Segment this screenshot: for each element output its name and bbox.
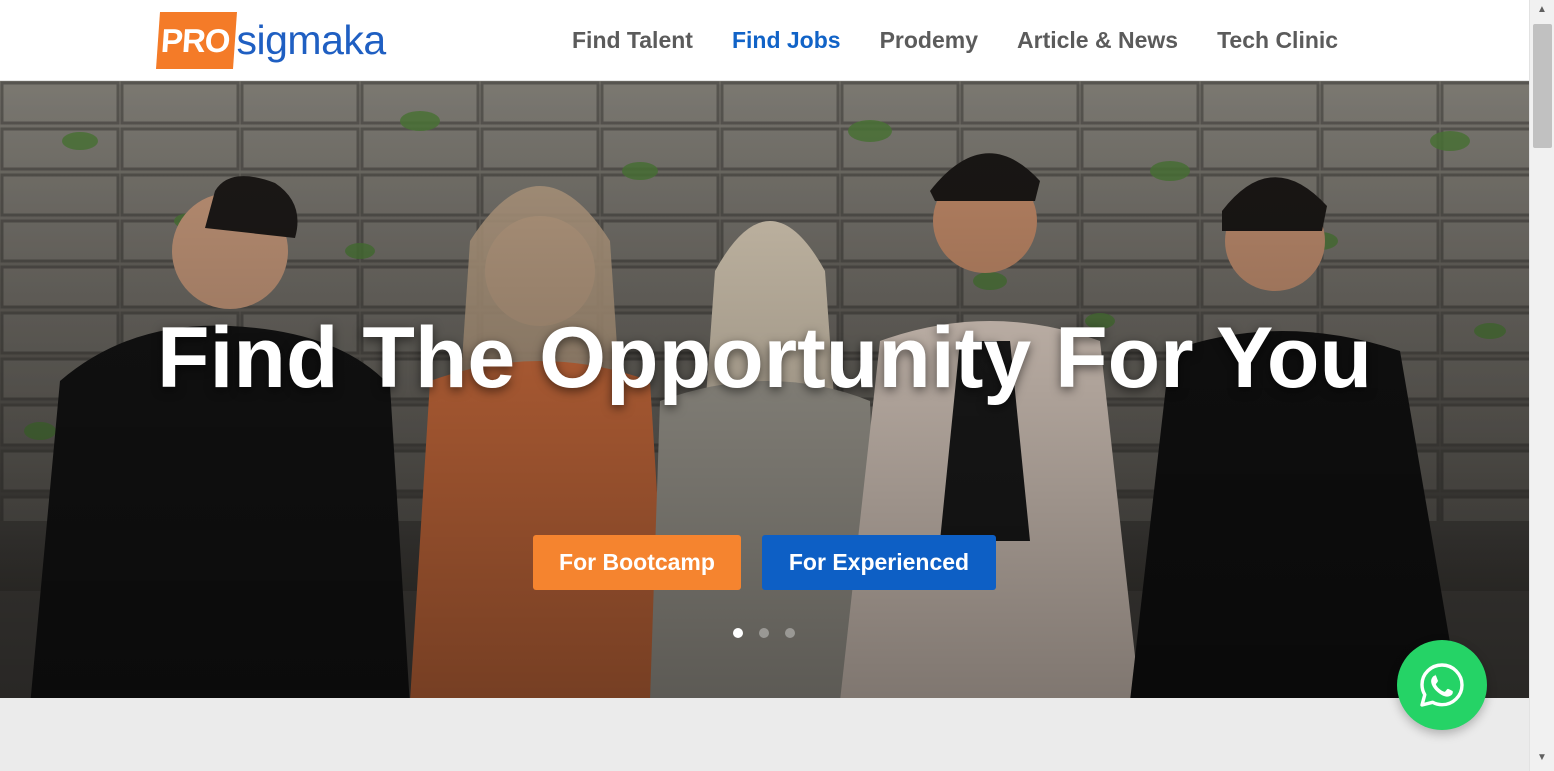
carousel-dot-2[interactable]	[759, 628, 769, 638]
logo-pro: PRO	[156, 11, 237, 69]
next-section	[0, 698, 1529, 771]
nav-find-jobs[interactable]: Find Jobs	[732, 27, 841, 54]
for-experienced-button[interactable]: For Experienced	[762, 535, 996, 590]
page-scrollbar[interactable]: ▲ ▼	[1529, 0, 1554, 771]
main-nav: Find Talent Find Jobs Prodemy Article & …	[572, 0, 1338, 81]
nav-prodemy[interactable]: Prodemy	[880, 27, 978, 54]
site-header: PRO sigmaka Find Talent Find Jobs Prodem…	[0, 0, 1529, 81]
scroll-up-arrow-icon[interactable]: ▲	[1537, 4, 1547, 15]
carousel-dot-3[interactable]	[785, 628, 795, 638]
carousel-indicators	[733, 628, 795, 638]
hero-title: Find The Opportunity For You	[156, 310, 1372, 406]
nav-find-talent[interactable]: Find Talent	[572, 27, 693, 54]
scroll-down-arrow-icon[interactable]: ▼	[1537, 752, 1547, 763]
carousel-dot-1[interactable]	[733, 628, 743, 638]
prosigmaka-logo[interactable]: PRO sigmaka	[156, 9, 387, 71]
for-bootcamp-button[interactable]: For Bootcamp	[533, 535, 741, 590]
hero-cta-group: For Bootcamp For Experienced	[533, 535, 996, 590]
hero-carousel: Find The Opportunity For You For Bootcam…	[0, 81, 1529, 698]
whatsapp-icon	[1420, 663, 1464, 707]
whatsapp-chat-button[interactable]	[1397, 640, 1487, 730]
nav-article-news[interactable]: Article & News	[1017, 27, 1178, 54]
nav-tech-clinic[interactable]: Tech Clinic	[1217, 27, 1338, 54]
scrollbar-thumb[interactable]	[1533, 24, 1552, 148]
logo-text: sigmaka	[236, 16, 387, 63]
